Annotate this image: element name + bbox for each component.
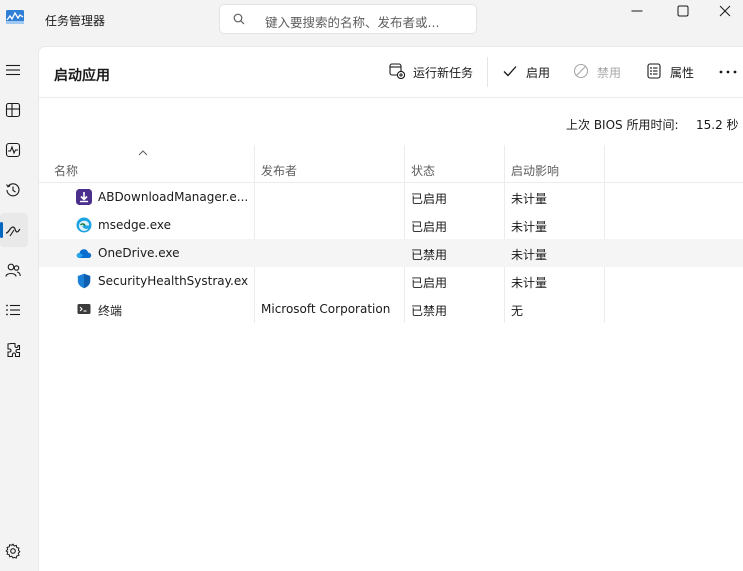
page-title: 启动应用 xyxy=(54,68,110,84)
check-icon xyxy=(503,66,517,77)
content-panel: 启动应用 运行新任务 启用 禁用 属性 上次 BIOS 所用时间: 15.2 秒… xyxy=(38,46,743,571)
app-title: 任务管理器 xyxy=(45,14,106,28)
app-publisher: Microsoft Corporation xyxy=(261,302,391,316)
app-status: 已禁用 xyxy=(411,248,448,262)
search-placeholder: 键入要搜索的名称、发布者或... xyxy=(265,15,440,30)
column-header-name[interactable]: 名称 xyxy=(54,162,78,179)
edge-icon xyxy=(76,217,92,233)
startup-apps-icon[interactable] xyxy=(0,213,28,247)
services-icon[interactable] xyxy=(0,333,28,367)
terminal-icon xyxy=(76,301,92,317)
run-new-task-icon xyxy=(389,63,405,79)
table-row[interactable]: msedge.exe 已启用 未计量 xyxy=(39,211,743,239)
startup-apps-table: 名称 发布者 状态 启动影响 ABDownloadManager.e... 已启… xyxy=(39,145,743,323)
table-row[interactable]: OneDrive.exe 已禁用 未计量 xyxy=(39,239,743,267)
run-new-task-label: 运行新任务 xyxy=(413,66,474,80)
app-history-icon[interactable] xyxy=(0,173,28,207)
shield-icon xyxy=(76,273,92,289)
column-header-status[interactable]: 状态 xyxy=(411,162,435,179)
app-startup-impact: 无 xyxy=(511,304,524,318)
minimize-button[interactable] xyxy=(614,0,660,22)
table-header: 名称 发布者 状态 启动影响 xyxy=(39,145,743,183)
toolbar-divider xyxy=(487,57,488,87)
sort-ascending-icon xyxy=(138,150,148,156)
task-manager-logo-icon xyxy=(6,10,24,24)
onedrive-icon xyxy=(76,245,92,261)
close-button[interactable] xyxy=(706,0,743,22)
app-startup-impact: 未计量 xyxy=(511,248,548,262)
column-header-publisher[interactable]: 发布者 xyxy=(261,162,297,179)
maximize-button[interactable] xyxy=(660,0,706,22)
details-icon[interactable] xyxy=(0,293,28,327)
performance-icon[interactable] xyxy=(0,133,28,167)
table-row[interactable]: SecurityHealthSystray.exe 已启用 未计量 xyxy=(39,267,743,295)
menu-icon[interactable] xyxy=(0,53,28,87)
block-icon xyxy=(573,63,589,79)
users-icon[interactable] xyxy=(0,253,28,287)
app-name: msedge.exe xyxy=(98,218,172,232)
toolbar-bottom-divider xyxy=(39,97,743,98)
app-name: 终端 xyxy=(98,304,123,318)
sidebar xyxy=(0,46,38,571)
properties-icon xyxy=(647,63,661,79)
more-options-button[interactable] xyxy=(717,63,739,81)
app-status: 已启用 xyxy=(411,276,448,290)
search-input[interactable]: 键入要搜索的名称、发布者或... xyxy=(219,4,477,34)
processes-icon[interactable] xyxy=(0,93,28,127)
enable-label: 启用 xyxy=(526,66,551,80)
app-startup-impact: 未计量 xyxy=(511,192,548,206)
bios-time-value: 15.2 秒 xyxy=(696,118,739,132)
app-status: 已禁用 xyxy=(411,304,448,318)
app-status: 已启用 xyxy=(411,192,448,206)
table-row[interactable]: 终端 Microsoft Corporation 已禁用 无 xyxy=(39,295,743,323)
column-header-impact[interactable]: 启动影响 xyxy=(511,162,559,179)
app-name: SecurityHealthSystray.exe xyxy=(98,274,248,288)
app-startup-impact: 未计量 xyxy=(511,220,548,234)
search-icon xyxy=(233,13,245,25)
properties-label: 属性 xyxy=(670,66,695,80)
app-startup-impact: 未计量 xyxy=(511,276,548,290)
settings-icon[interactable] xyxy=(0,534,28,568)
disable-label: 禁用 xyxy=(597,66,622,80)
app-name: OneDrive.exe xyxy=(98,246,180,260)
app-name: ABDownloadManager.e... xyxy=(98,190,248,204)
app-status: 已启用 xyxy=(411,220,448,234)
abdm-icon xyxy=(76,189,92,205)
bios-time-label: 上次 BIOS 所用时间: xyxy=(566,118,679,132)
more-icon xyxy=(719,70,737,74)
title-bar: 任务管理器 键入要搜索的名称、发布者或... xyxy=(0,0,743,46)
table-row[interactable]: ABDownloadManager.e... 已启用 未计量 xyxy=(39,183,743,211)
